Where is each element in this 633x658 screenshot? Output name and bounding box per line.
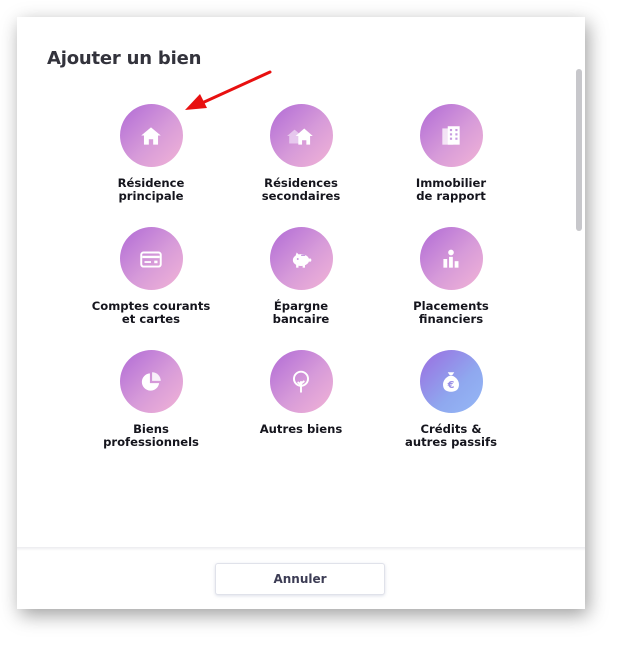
tile-label: Autres biens bbox=[259, 422, 343, 436]
piggy-bank-icon bbox=[292, 252, 312, 268]
money-bag-euro-icon: € bbox=[443, 371, 459, 392]
immobilier-rapport-circle bbox=[419, 104, 483, 167]
pie-chart-icon bbox=[141, 371, 161, 391]
tile-biens-professionnels[interactable]: Biens professionnels bbox=[76, 350, 226, 449]
residence-principale-circle bbox=[119, 104, 183, 167]
placements-financiers-circle bbox=[419, 227, 483, 290]
tile-placements-financiers[interactable]: Placements financiers bbox=[376, 227, 526, 326]
tile-label: Comptes courants et cartes bbox=[91, 299, 211, 326]
biens-professionnels-circle bbox=[119, 350, 183, 413]
tile-comptes-courants[interactable]: Comptes courants et cartes bbox=[76, 227, 226, 326]
tile-label: Résidence principale bbox=[117, 176, 185, 203]
tile-label: Résidences secondaires bbox=[261, 176, 341, 203]
bar-chart-icon bbox=[443, 249, 459, 268]
comptes-courants-circle bbox=[119, 227, 183, 290]
autres-biens-circle bbox=[269, 350, 333, 413]
svg-text:€: € bbox=[447, 379, 455, 390]
tile-credits-passifs[interactable]: € Crédits & autres passifs bbox=[376, 350, 526, 449]
house-icon bbox=[141, 126, 161, 145]
residences-secondaires-circle bbox=[269, 104, 333, 167]
tile-label: Biens professionnels bbox=[103, 422, 199, 449]
building-icon bbox=[442, 125, 460, 145]
tile-autres-biens[interactable]: Autres biens bbox=[226, 350, 376, 436]
footer-divider bbox=[17, 547, 585, 551]
tile-epargne-bancaire[interactable]: Épargne bancaire bbox=[226, 227, 376, 326]
tile-label: Immobilier de rapport bbox=[415, 176, 487, 203]
tile-label: Crédits & autres passifs bbox=[405, 422, 497, 449]
tile-residences-secondaires[interactable]: Résidences secondaires bbox=[226, 104, 376, 203]
tile-label: Épargne bancaire bbox=[272, 299, 330, 326]
houses-icon bbox=[287, 128, 313, 145]
epargne-bancaire-circle bbox=[269, 227, 333, 290]
cancel-button[interactable]: Annuler bbox=[215, 563, 385, 595]
tree-icon bbox=[292, 370, 310, 393]
asset-type-grid: Résidence principale Résidences secondai… bbox=[17, 17, 585, 537]
credit-card-icon bbox=[140, 251, 162, 268]
credits-passifs-circle: € bbox=[419, 350, 483, 413]
tile-immobilier-rapport[interactable]: Immobilier de rapport bbox=[376, 104, 526, 203]
tile-residence-principale[interactable]: Résidence principale bbox=[76, 104, 226, 203]
add-asset-dialog: Ajouter un bien Résidence principale Rés… bbox=[17, 17, 585, 609]
tile-label: Placements financiers bbox=[413, 299, 489, 326]
